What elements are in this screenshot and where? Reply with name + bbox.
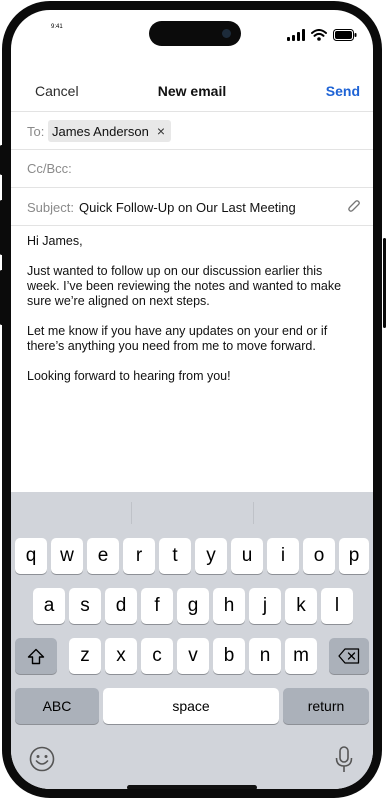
body-paragraph: Hi James,	[27, 234, 83, 248]
shift-key[interactable]	[15, 638, 57, 674]
key-c[interactable]: c	[141, 638, 173, 674]
compose-header: Cancel New email Send	[11, 70, 373, 110]
screen: 9:41 Cancel New email Send To: James And…	[0, 0, 386, 800]
cc-bcc-field[interactable]: Cc/Bcc:	[11, 149, 373, 187]
dynamic-island	[149, 21, 241, 46]
key-f[interactable]: f	[141, 588, 173, 624]
page-title: New email	[157, 83, 227, 99]
key-y[interactable]: y	[195, 538, 227, 574]
shift-icon	[27, 648, 45, 664]
key-b[interactable]: b	[213, 638, 245, 674]
key-s[interactable]: s	[69, 588, 101, 624]
subject-label: Subject:	[27, 200, 74, 215]
home-indicator[interactable]	[127, 785, 257, 789]
key-z[interactable]: z	[69, 638, 101, 674]
key-p[interactable]: p	[339, 538, 369, 574]
phone-frame: 9:41 Cancel New email Send To: James And…	[2, 1, 382, 798]
key-u[interactable]: u	[231, 538, 263, 574]
keyboard: q w e r t y u i o p a s d f g h j k l z …	[11, 492, 373, 789]
message-body[interactable]: Hi James, Just wanted to follow up on ou…	[27, 234, 357, 399]
emoji-icon[interactable]	[29, 746, 55, 772]
status-time: 9:41	[51, 24, 63, 30]
paperclip-icon[interactable]	[347, 199, 361, 214]
key-q[interactable]: q	[15, 538, 47, 574]
recipient-name: James Anderson	[52, 123, 149, 139]
key-t[interactable]: t	[159, 538, 191, 574]
subject-input[interactable]: Quick Follow-Up on Our Last Meeting	[79, 200, 296, 215]
key-i[interactable]: i	[267, 538, 299, 574]
return-key[interactable]: return	[283, 688, 369, 724]
key-w[interactable]: w	[51, 538, 83, 574]
key-v[interactable]: v	[177, 638, 209, 674]
wifi-icon	[311, 29, 327, 41]
battery-icon	[333, 29, 357, 41]
key-a[interactable]: a	[33, 588, 65, 624]
subject-field[interactable]: Subject: Quick Follow-Up on Our Last Mee…	[11, 187, 373, 226]
body-paragraph: Let me know if you have any updates on y…	[27, 324, 328, 353]
send-button[interactable]: Send	[326, 83, 360, 99]
cc-bcc-label: Cc/Bcc:	[27, 161, 72, 176]
signal-icon	[287, 29, 305, 41]
microphone-icon[interactable]	[335, 746, 353, 774]
key-r[interactable]: r	[123, 538, 155, 574]
to-field[interactable]: To: James Anderson ×	[11, 111, 373, 149]
body-paragraph: Just wanted to follow up on our discussi…	[27, 264, 342, 308]
key-d[interactable]: d	[105, 588, 137, 624]
backspace-key[interactable]	[329, 638, 369, 674]
key-k[interactable]: k	[285, 588, 317, 624]
status-icons	[287, 29, 357, 41]
space-key[interactable]: space	[103, 688, 279, 724]
key-j[interactable]: j	[249, 588, 281, 624]
backspace-icon	[338, 648, 360, 664]
suggestion-divider	[131, 502, 132, 524]
to-label: To:	[27, 124, 45, 139]
recipient-chip[interactable]: James Anderson ×	[48, 120, 172, 142]
abc-key[interactable]: ABC	[15, 688, 99, 724]
key-n[interactable]: n	[249, 638, 281, 674]
key-o[interactable]: o	[303, 538, 335, 574]
key-h[interactable]: h	[213, 588, 245, 624]
remove-recipient-icon[interactable]: ×	[157, 124, 165, 138]
key-l[interactable]: l	[321, 588, 353, 624]
key-g[interactable]: g	[177, 588, 209, 624]
key-e[interactable]: e	[87, 538, 119, 574]
key-m[interactable]: m	[285, 638, 317, 674]
body-paragraph: Looking forward to hearing from you!	[27, 369, 231, 383]
key-x[interactable]: x	[105, 638, 137, 674]
camera-icon	[222, 29, 231, 38]
suggestion-divider	[253, 502, 254, 524]
